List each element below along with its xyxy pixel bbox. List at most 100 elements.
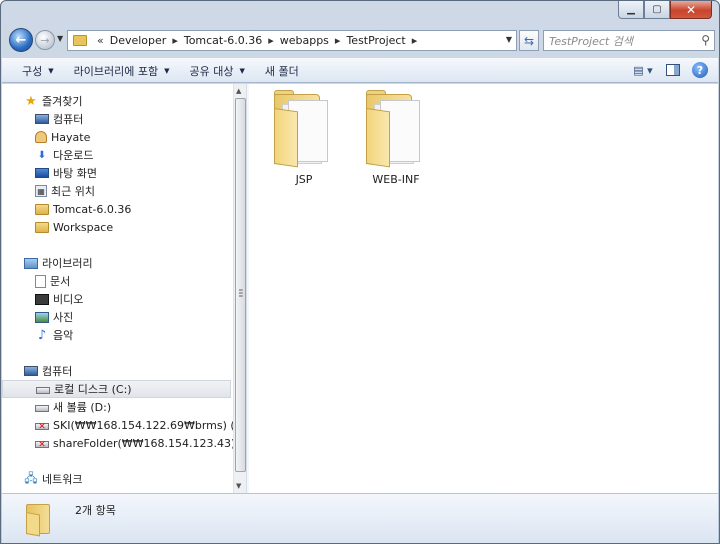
sidebar-item-libraries[interactable]: 라이브러리 (2, 254, 233, 272)
organize-menu[interactable]: 구성 ▼ (22, 63, 54, 79)
sidebar-item-label: 바탕 화면 (53, 167, 97, 180)
sidebar-item-videos[interactable]: 비디오 (2, 290, 233, 308)
forward-arrow-icon: → (40, 33, 50, 47)
sidebar-item-computer-shortcut[interactable]: 컴퓨터 (2, 110, 233, 128)
sidebar-item-recent-places[interactable]: ▦ 최근 위치 (2, 182, 233, 200)
item-count: 2개 항목 (75, 504, 116, 517)
help-icon[interactable]: ? (692, 62, 708, 78)
sidebar-item-network[interactable]: 🖧 네트워크 (2, 470, 233, 488)
sidebar-item-label: 컴퓨터 (42, 365, 73, 378)
breadcrumb-testproject[interactable]: TestProject (346, 34, 405, 47)
recent-places-icon: ▦ (35, 185, 47, 197)
navigation-bar: ← → ▼ « Developer ▸ Tomcat-6.0.36 ▸ weba… (7, 27, 715, 55)
search-input[interactable]: TestProject 검색 ⚲ (543, 30, 715, 51)
back-arrow-icon: ← (15, 32, 27, 48)
folder-label: WEB-INF (372, 173, 420, 186)
sidebar-item-downloads[interactable]: ⬇ 다운로드 (2, 146, 233, 164)
folder-icon (24, 500, 54, 537)
breadcrumb-separator-icon[interactable]: ▸ (172, 34, 178, 47)
document-icon (35, 274, 46, 288)
breadcrumb-tomcat[interactable]: Tomcat-6.0.36 (184, 34, 262, 47)
folder-icon (35, 221, 49, 233)
new-folder-button[interactable]: 새 폴더 (265, 63, 299, 79)
breadcrumb-webapps[interactable]: webapps (280, 34, 329, 47)
share-menu[interactable]: 공유 대상 ▼ (190, 63, 245, 79)
disconnected-drive-icon: ✕ (35, 422, 49, 432)
share-label: 공유 대상 (189, 64, 234, 78)
grip-icon: ═ ═ ═ (239, 287, 243, 300)
breadcrumb-separator-icon[interactable]: ▸ (268, 34, 274, 47)
forward-button[interactable]: → (35, 30, 55, 50)
sidebar-item-label: 사진 (53, 311, 74, 324)
sidebar-item-label: 비디오 (53, 293, 84, 306)
breadcrumb-separator-icon[interactable]: ▸ (412, 34, 418, 47)
sidebar-item-music[interactable]: ♪ 음악 (2, 326, 233, 344)
scroll-down-icon[interactable]: ▼ (236, 482, 241, 490)
close-button[interactable]: ✕ (670, 1, 712, 19)
search-icon[interactable]: ⚲ (701, 33, 710, 47)
sidebar-item-hayate[interactable]: Hayate (2, 128, 233, 146)
search-placeholder: TestProject 검색 (549, 34, 633, 48)
picture-icon (35, 311, 49, 323)
maximize-button[interactable]: ▢ (644, 1, 670, 19)
back-button[interactable]: ← (9, 28, 33, 52)
sidebar-item-tomcat[interactable]: Tomcat-6.0.36 (2, 200, 233, 218)
overflow-crumb[interactable]: « (97, 34, 104, 47)
breadcrumb-developer[interactable]: Developer (110, 34, 167, 47)
chevron-down-icon: ▼ (164, 66, 170, 75)
sidebar-item-local-disk-c[interactable]: 로컬 디스크 (C:) (2, 380, 231, 398)
navigation-pane: ★ 즐겨찾기 컴퓨터 Hayate ⬇ 다운로드 바탕 화면 ▦ 최근 위치 T… (2, 84, 233, 493)
command-bar: 구성 ▼ 라이브러리에 포함 ▼ 공유 대상 ▼ 새 폴더 ▤ ▾ ? (2, 58, 718, 83)
drive-icon (36, 387, 50, 394)
scroll-up-icon[interactable]: ▲ (236, 87, 241, 95)
recent-pages-dropdown[interactable]: ▼ (57, 34, 63, 43)
sidebar-item-label: 새 볼륨 (D:) (53, 401, 112, 414)
computer-group: 컴퓨터 로컬 디스크 (C:) 새 볼륨 (D:) ✕ SKI(₩₩168.15… (2, 362, 233, 452)
favorites-group: ★ 즐겨찾기 컴퓨터 Hayate ⬇ 다운로드 바탕 화면 ▦ 최근 위치 T… (2, 92, 233, 236)
sidebar-scrollbar[interactable]: ▲ ═ ═ ═ ▼ (233, 84, 246, 493)
minimize-button[interactable]: ▁ (618, 1, 644, 19)
file-list: JSP WEB-INF (249, 84, 718, 493)
caption-buttons: ▁ ▢ ✕ (618, 1, 712, 20)
folder-icon (364, 88, 428, 168)
computer-icon (35, 114, 49, 124)
preview-pane-icon[interactable] (666, 64, 680, 76)
network-icon: 🖧 (24, 470, 38, 485)
sidebar-item-label: 즐겨찾기 (42, 95, 83, 108)
libraries-group: 라이브러리 문서 비디오 사진 ♪ 음악 (2, 254, 233, 344)
sidebar-item-label: 다운로드 (53, 149, 94, 162)
download-icon: ⬇ (37, 149, 47, 161)
sidebar-item-pictures[interactable]: 사진 (2, 308, 233, 326)
sidebar-item-network-drive-y[interactable]: ✕ SKI(₩₩168.154.122.69₩brms) (Y:) (2, 416, 233, 434)
network-group: 🖧 네트워크 (2, 470, 233, 488)
folder-item-jsp[interactable]: JSP (259, 88, 349, 186)
folder-label: JSP (295, 173, 313, 186)
sidebar-item-favorites[interactable]: ★ 즐겨찾기 (2, 92, 233, 110)
sidebar-item-label: 문서 (50, 275, 71, 288)
sidebar-item-network-drive-z[interactable]: ✕ shareFolder(₩₩168.154.123.43) (Z:) (2, 434, 233, 452)
library-icon (24, 257, 38, 269)
include-library-menu[interactable]: 라이브러리에 포함 ▼ (74, 63, 170, 79)
sidebar-item-label: shareFolder(₩₩168.154.123.43) (Z:) (53, 436, 233, 450)
scrollbar-thumb[interactable]: ═ ═ ═ (235, 98, 246, 472)
address-dropdown-icon[interactable]: ▼ (506, 35, 512, 44)
sidebar-item-documents[interactable]: 문서 (2, 272, 233, 290)
details-pane: 2개 항목 (2, 493, 718, 543)
desktop-icon (35, 168, 49, 178)
sidebar-item-label: Workspace (53, 220, 114, 234)
sidebar-item-label: Tomcat-6.0.36 (53, 202, 132, 216)
sidebar-item-workspace[interactable]: Workspace (2, 218, 233, 236)
refresh-button[interactable]: ⇆ (519, 30, 539, 51)
refresh-icon: ⇆ (523, 33, 535, 48)
view-controls: ▤ ▾ ? (632, 62, 708, 78)
view-options-button[interactable]: ▤ ▾ (632, 62, 654, 78)
sidebar-item-computer[interactable]: 컴퓨터 (2, 362, 233, 380)
folder-item-web-inf[interactable]: WEB-INF (351, 88, 441, 186)
chevron-down-icon: ▼ (48, 66, 54, 75)
drive-icon (35, 405, 49, 412)
address-bar[interactable]: « Developer ▸ Tomcat-6.0.36 ▸ webapps ▸ … (67, 30, 517, 51)
breadcrumb-separator-icon[interactable]: ▸ (335, 34, 341, 47)
sidebar-item-volume-d[interactable]: 새 볼륨 (D:) (2, 398, 233, 416)
sidebar-item-desktop[interactable]: 바탕 화면 (2, 164, 233, 182)
disconnected-drive-icon: ✕ (35, 440, 49, 450)
